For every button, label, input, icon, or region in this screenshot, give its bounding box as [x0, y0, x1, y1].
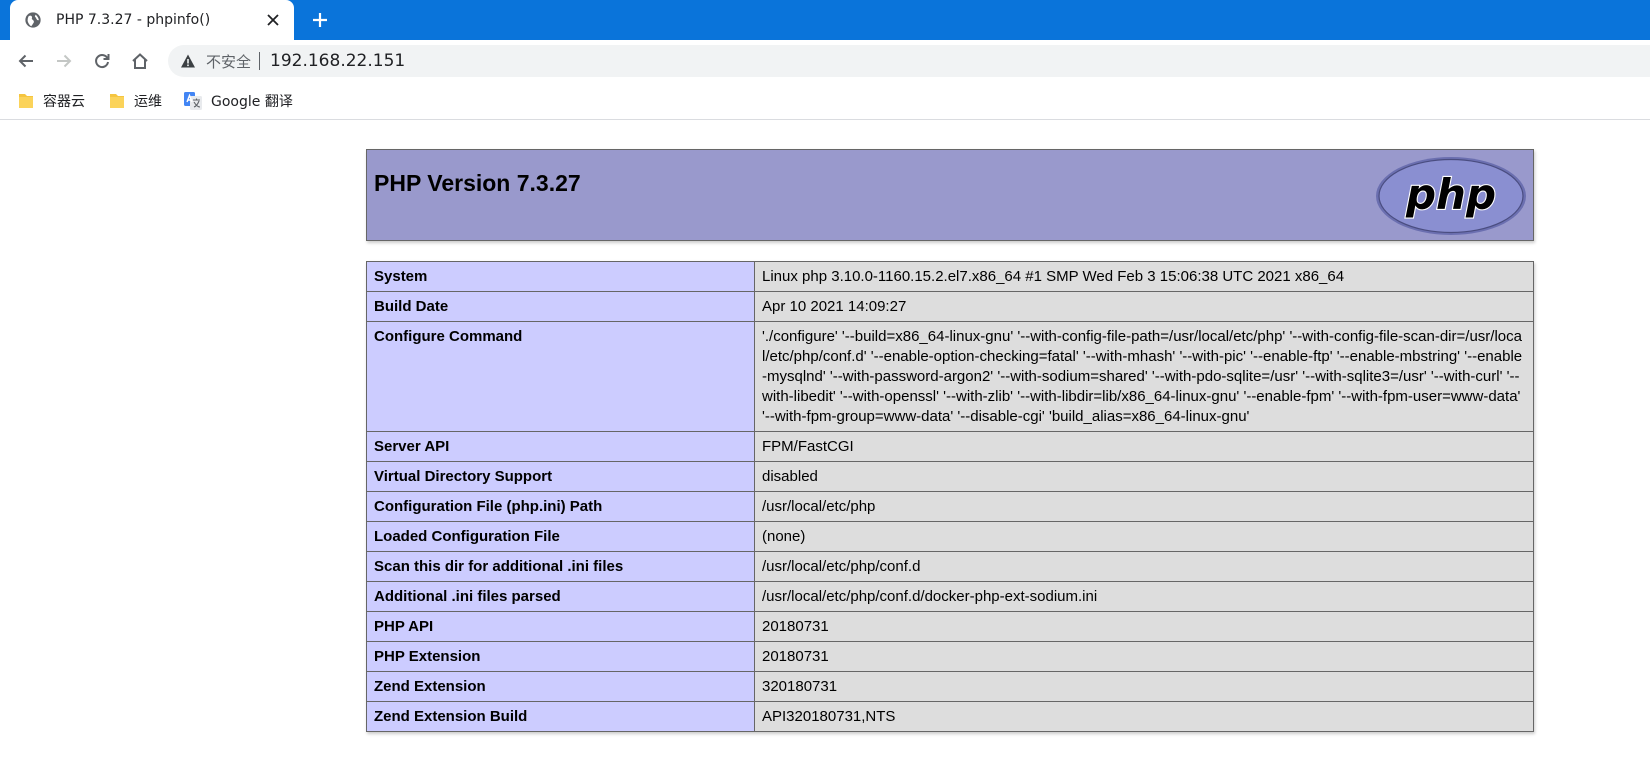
- row-label: Virtual Directory Support: [366, 461, 755, 492]
- bookmark-google-translate[interactable]: Google 翻译: [184, 90, 293, 112]
- row-value: 20180731: [754, 611, 1534, 642]
- google-translate-icon: [184, 92, 202, 110]
- php-logo-text: php: [1405, 170, 1496, 219]
- row-label: PHP API: [366, 611, 755, 642]
- row-label: Scan this dir for additional .ini files: [366, 551, 755, 582]
- page-content: PHP Version 7.3.27 php System Linux php …: [0, 121, 1650, 761]
- url-text[interactable]: 192.168.22.151: [270, 51, 405, 71]
- bookmark-label: 容器云: [43, 94, 85, 110]
- row-value: Linux php 3.10.0-1160.15.2.el7.x86_64 #1…: [754, 261, 1534, 292]
- table-row: PHP API 20180731: [366, 611, 1534, 642]
- folder-icon: [110, 94, 124, 108]
- row-label: Server API: [366, 431, 755, 462]
- row-label: Configuration File (php.ini) Path: [366, 491, 755, 522]
- warning-icon[interactable]: [180, 53, 196, 69]
- table-row: Build Date Apr 10 2021 14:09:27: [366, 291, 1534, 322]
- table-row: Virtual Directory Support disabled: [366, 461, 1534, 492]
- row-label: PHP Extension: [366, 641, 755, 672]
- new-tab-button[interactable]: [308, 8, 332, 32]
- address-separator: [259, 52, 261, 70]
- page-title: PHP Version 7.3.27: [374, 170, 581, 196]
- address-bar[interactable]: 不安全 192.168.22.151: [168, 45, 1650, 77]
- forward-button[interactable]: [51, 48, 77, 74]
- row-label: Loaded Configuration File: [366, 521, 755, 552]
- row-value: Apr 10 2021 14:09:27: [754, 291, 1534, 322]
- arrow-left-icon: [18, 54, 33, 68]
- bookmarks-bar: 容器云 运维 Google 翻译: [0, 82, 1650, 120]
- plus-icon: [313, 13, 327, 27]
- close-icon: [267, 14, 279, 26]
- phpinfo-table: System Linux php 3.10.0-1160.15.2.el7.x8…: [366, 261, 1534, 732]
- row-value: /usr/local/etc/php: [754, 491, 1534, 522]
- row-value: FPM/FastCGI: [754, 431, 1534, 462]
- table-row: PHP Extension 20180731: [366, 641, 1534, 672]
- browser-toolbar: 不安全 192.168.22.151: [0, 40, 1650, 82]
- back-button[interactable]: [13, 48, 39, 74]
- tab-strip: PHP 7.3.27 - phpinfo(): [0, 0, 1650, 40]
- tab-title: PHP 7.3.27 - phpinfo(): [56, 12, 211, 28]
- browser-tab[interactable]: PHP 7.3.27 - phpinfo(): [10, 0, 294, 40]
- folder-icon: [19, 94, 33, 108]
- home-icon: [132, 53, 148, 69]
- home-button[interactable]: [127, 48, 153, 74]
- reload-icon: [95, 54, 110, 69]
- arrow-right-icon: [57, 54, 72, 68]
- row-label: Zend Extension Build: [366, 701, 755, 732]
- table-row: Zend Extension 320180731: [366, 671, 1534, 702]
- bookmark-yunwei[interactable]: 运维: [109, 90, 162, 112]
- row-value: 320180731: [754, 671, 1534, 702]
- bookmark-label: Google 翻译: [211, 94, 293, 110]
- row-value: /usr/local/etc/php/conf.d: [754, 551, 1534, 582]
- security-label[interactable]: 不安全: [206, 51, 251, 72]
- row-label: Configure Command: [366, 321, 755, 432]
- globe-icon: [25, 12, 41, 28]
- row-value: (none): [754, 521, 1534, 552]
- row-value: disabled: [754, 461, 1534, 492]
- row-value: API320180731,NTS: [754, 701, 1534, 732]
- reload-button[interactable]: [89, 48, 115, 74]
- phpinfo-header: PHP Version 7.3.27 php: [366, 149, 1534, 241]
- table-row: Additional .ini files parsed /usr/local/…: [366, 581, 1534, 612]
- row-label: Build Date: [366, 291, 755, 322]
- table-row: Configure Command './configure' '--build…: [366, 321, 1534, 432]
- bookmark-rongqiyun[interactable]: 容器云: [18, 90, 85, 112]
- table-row: Loaded Configuration File (none): [366, 521, 1534, 552]
- table-row: Zend Extension Build API320180731,NTS: [366, 701, 1534, 732]
- tab-close-button[interactable]: [264, 11, 282, 29]
- row-value: /usr/local/etc/php/conf.d/docker-php-ext…: [754, 581, 1534, 612]
- bookmark-label: 运维: [134, 94, 162, 110]
- table-row: Configuration File (php.ini) Path /usr/l…: [366, 491, 1534, 522]
- table-row: System Linux php 3.10.0-1160.15.2.el7.x8…: [366, 261, 1534, 292]
- row-label: System: [366, 261, 755, 292]
- row-label: Zend Extension: [366, 671, 755, 702]
- table-row: Scan this dir for additional .ini files …: [366, 551, 1534, 582]
- row-label: Additional .ini files parsed: [366, 581, 755, 612]
- php-logo[interactable]: php: [1375, 156, 1527, 236]
- row-value: './configure' '--build=x86_64-linux-gnu'…: [754, 321, 1534, 432]
- row-value: 20180731: [754, 641, 1534, 672]
- table-row: Server API FPM/FastCGI: [366, 431, 1534, 462]
